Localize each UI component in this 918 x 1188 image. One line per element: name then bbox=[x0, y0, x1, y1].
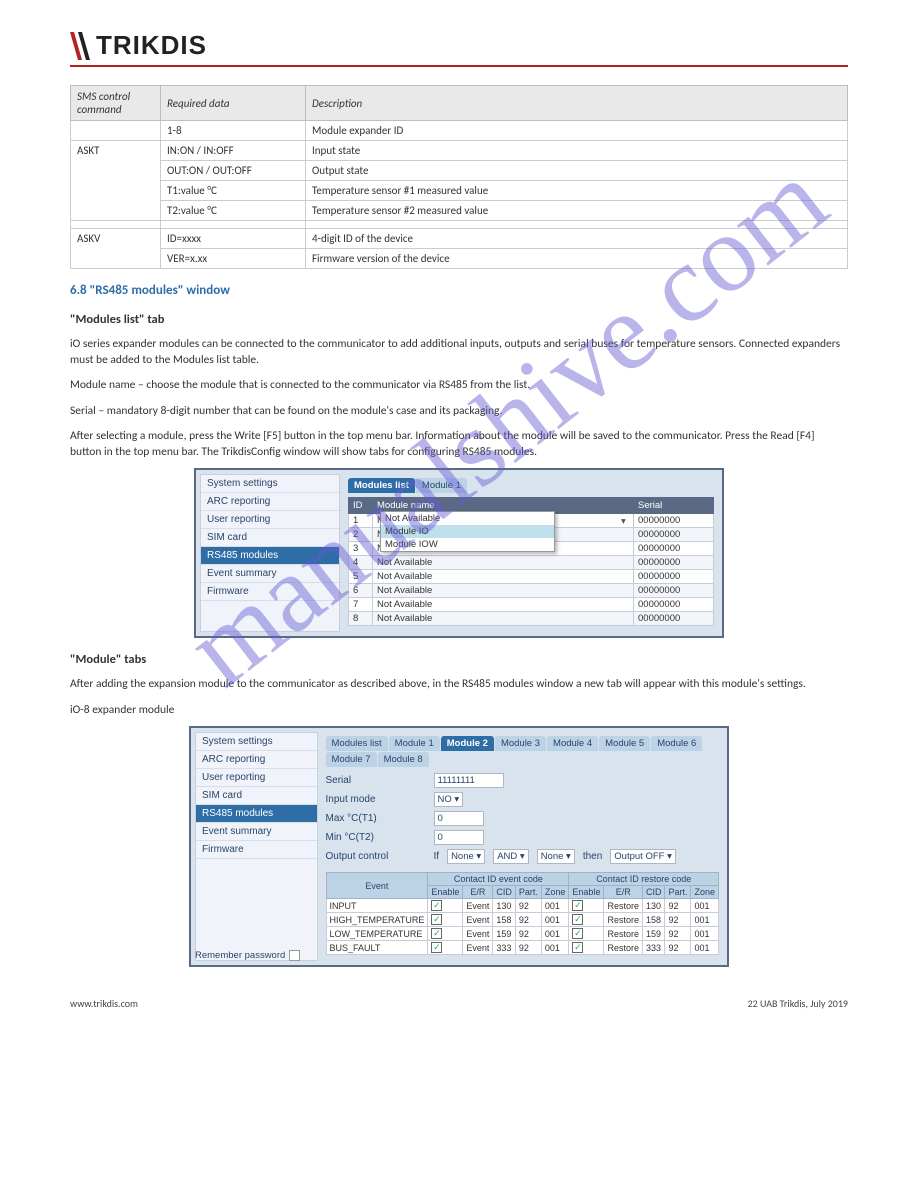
module-dropdown[interactable]: Not Available Module IO Module IOW bbox=[380, 511, 555, 552]
sidebar-item-rs485[interactable]: RS485 modules bbox=[196, 805, 317, 823]
footer-right: 22 UAB Trikdis, July 2019 bbox=[748, 997, 848, 1010]
max-input[interactable]: 0 bbox=[434, 811, 484, 826]
col-header-description: Description bbox=[306, 86, 848, 121]
brand-name: TRIKDIS bbox=[96, 30, 207, 61]
screenshot-modules-list: System settings ARC reporting User repor… bbox=[194, 468, 724, 638]
brand-logo: TRIKDIS bbox=[70, 30, 848, 61]
p2: Module name – choose the module that is … bbox=[70, 378, 848, 394]
input-mode-select[interactable]: NO ▾ bbox=[434, 792, 464, 807]
col-header-data: Required data bbox=[161, 86, 306, 121]
footer: www.trikdis.com 22 UAB Trikdis, July 201… bbox=[70, 997, 848, 1010]
sidebar-item-user[interactable]: User reporting bbox=[196, 769, 317, 787]
sidebar: System settings ARC reporting User repor… bbox=[200, 474, 340, 632]
dropdown-item-na[interactable]: Not Available bbox=[381, 512, 554, 525]
p1: iO series expander modules can be connec… bbox=[70, 337, 848, 368]
th-id: ID bbox=[349, 498, 373, 514]
checkbox-icon[interactable]: ✓ bbox=[572, 942, 583, 953]
sidebar-item-sim[interactable]: SIM card bbox=[196, 787, 317, 805]
sidebar-item-arc[interactable]: ARC reporting bbox=[196, 751, 317, 769]
tab-module4-2[interactable]: Module 4 bbox=[547, 736, 598, 751]
tab-module5-2[interactable]: Module 5 bbox=[599, 736, 650, 751]
sidebar-item-event[interactable]: Event summary bbox=[201, 565, 339, 583]
action-select[interactable]: Output OFF ▾ bbox=[610, 849, 676, 864]
checkbox-icon[interactable] bbox=[289, 950, 300, 961]
sidebar-item-event[interactable]: Event summary bbox=[196, 823, 317, 841]
th-serial: Serial bbox=[634, 498, 714, 514]
checkbox-icon[interactable]: ✓ bbox=[431, 914, 442, 925]
remember-password[interactable]: Remember password bbox=[195, 950, 300, 961]
dropdown-item-iow[interactable]: Module IOW bbox=[381, 538, 554, 551]
checkbox-icon[interactable]: ✓ bbox=[431, 900, 442, 911]
sidebar-item-firmware[interactable]: Firmware bbox=[196, 841, 317, 859]
event-table: Event Contact ID event code Contact ID r… bbox=[326, 872, 720, 955]
op-select[interactable]: AND ▾ bbox=[493, 849, 528, 864]
checkbox-icon[interactable]: ✓ bbox=[431, 942, 442, 953]
col-header-command: SMS control command bbox=[71, 86, 161, 121]
subsection-modules-list: "Modules list" tab bbox=[70, 312, 848, 327]
pane: Modules list Module 1 ID Module name Ser… bbox=[340, 474, 718, 632]
tab-module1-2[interactable]: Module 1 bbox=[389, 736, 440, 751]
chevron-down-icon: ▾ bbox=[621, 516, 631, 526]
checkbox-icon[interactable]: ✓ bbox=[572, 928, 583, 939]
p6: iO-8 expander module bbox=[70, 703, 848, 719]
sidebar-item-system[interactable]: System settings bbox=[201, 475, 339, 493]
footer-left: www.trikdis.com bbox=[70, 997, 138, 1010]
logo-icon bbox=[70, 32, 92, 60]
tab-modules-list[interactable]: Modules list bbox=[348, 478, 415, 493]
dropdown-item-io[interactable]: Module IO bbox=[381, 525, 554, 538]
cond1-select[interactable]: None ▾ bbox=[447, 849, 485, 864]
checkbox-icon[interactable]: ✓ bbox=[431, 928, 442, 939]
p4: After selecting a module, press the Writ… bbox=[70, 429, 848, 460]
sidebar-item-system[interactable]: System settings bbox=[196, 733, 317, 751]
tab-module6-2[interactable]: Module 6 bbox=[651, 736, 702, 751]
min-input[interactable]: 0 bbox=[434, 830, 484, 845]
cond2-select[interactable]: None ▾ bbox=[537, 849, 575, 864]
sidebar-item-user[interactable]: User reporting bbox=[201, 511, 339, 529]
checkbox-icon[interactable]: ✓ bbox=[572, 914, 583, 925]
screenshot-module2: System settings ARC reporting User repor… bbox=[189, 726, 729, 967]
sidebar2: System settings ARC reporting User repor… bbox=[195, 732, 318, 961]
sidebar-item-firmware[interactable]: Firmware bbox=[201, 583, 339, 601]
sidebar-item-rs485[interactable]: RS485 modules bbox=[201, 547, 339, 565]
sidebar-item-sim[interactable]: SIM card bbox=[201, 529, 339, 547]
subsection-module-tabs: "Module" tabs bbox=[70, 652, 848, 667]
tab-module7-2[interactable]: Module 7 bbox=[326, 752, 377, 767]
tab-module1[interactable]: Module 1 bbox=[416, 478, 467, 493]
pane2: Modules list Module 1 Module 2 Module 3 … bbox=[318, 732, 724, 961]
section-heading-rs485: 6.8 "RS485 modules" window bbox=[70, 283, 848, 298]
tab-modules-list-2[interactable]: Modules list bbox=[326, 736, 388, 751]
p5: After adding the expansion module to the… bbox=[70, 677, 848, 693]
sidebar-item-arc[interactable]: ARC reporting bbox=[201, 493, 339, 511]
serial-input[interactable]: 11111111 bbox=[434, 773, 504, 788]
tab-module2-2[interactable]: Module 2 bbox=[441, 736, 494, 751]
p3: Serial – mandatory 8-digit number that c… bbox=[70, 404, 848, 420]
tab-module8-2[interactable]: Module 8 bbox=[378, 752, 429, 767]
tab-module3-2[interactable]: Module 3 bbox=[495, 736, 546, 751]
sms-table: SMS control command Required data Descri… bbox=[70, 85, 848, 269]
checkbox-icon[interactable]: ✓ bbox=[572, 900, 583, 911]
header-divider bbox=[70, 65, 848, 67]
